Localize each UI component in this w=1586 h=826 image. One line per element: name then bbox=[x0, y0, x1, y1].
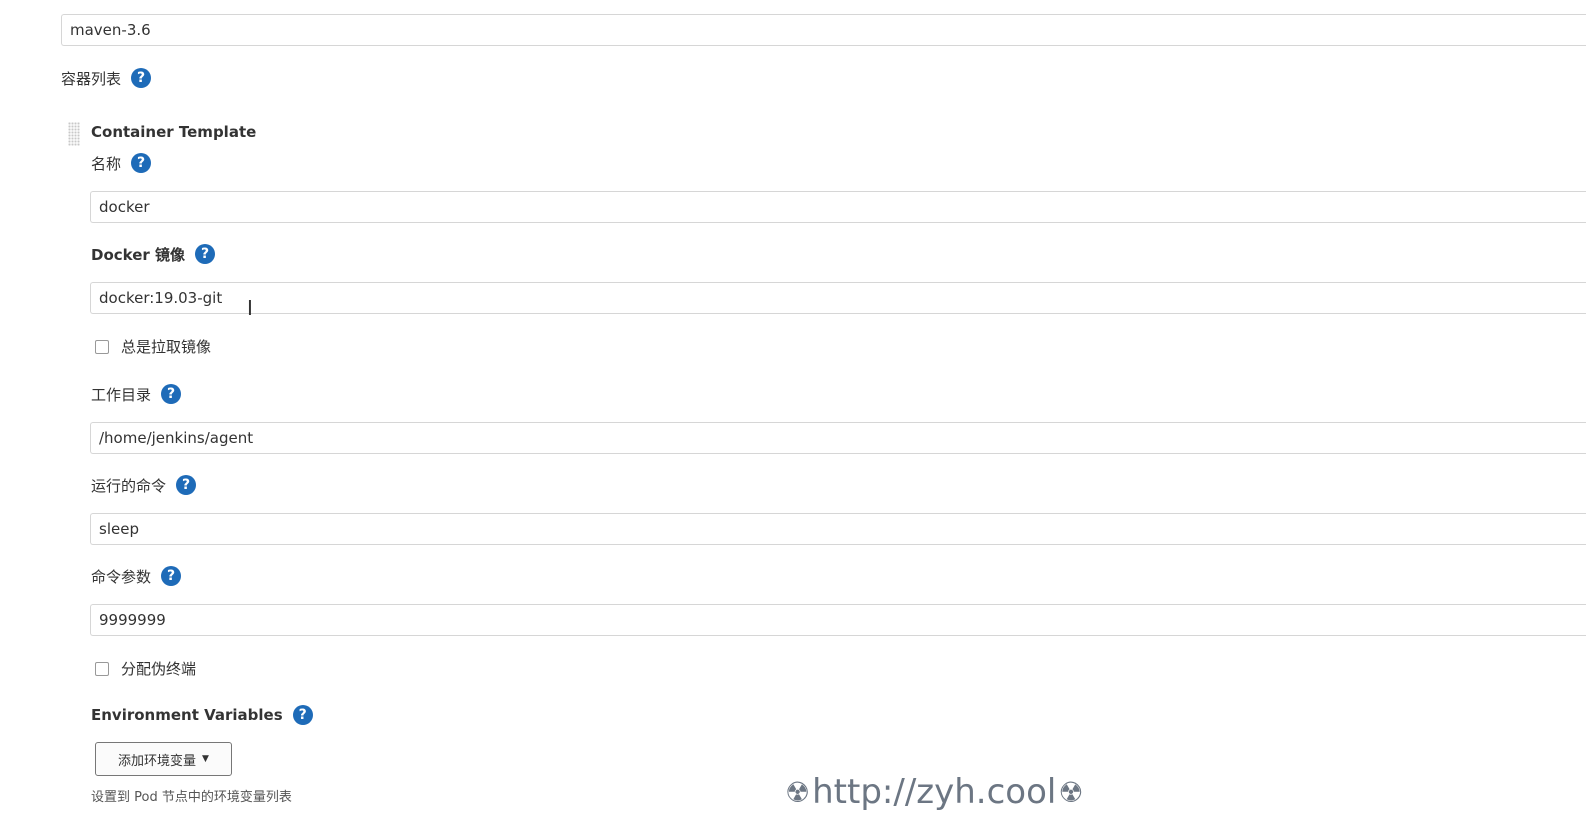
help-icon[interactable]: ? bbox=[161, 384, 182, 404]
container-list-label-row: 容器列表 ? bbox=[61, 66, 152, 90]
text-cursor-icon: I bbox=[247, 296, 253, 320]
always-pull-checkbox[interactable] bbox=[95, 339, 109, 354]
command-label-row: 运行的命令 ? bbox=[91, 473, 197, 497]
add-env-var-label: 添加环境变量 bbox=[118, 753, 197, 769]
caret-down-icon: ▼ bbox=[202, 754, 209, 764]
name-label: 名称 bbox=[91, 154, 122, 173]
docker-image-label: Docker 镜像 bbox=[91, 245, 186, 264]
working-dir-label-row: 工作目录 ? bbox=[91, 382, 182, 406]
command-value: sleep bbox=[99, 520, 139, 538]
docker-image-value: docker:19.03-git bbox=[99, 289, 223, 307]
working-dir-input[interactable]: /home/jenkins/agent bbox=[90, 422, 1586, 454]
help-icon[interactable]: ? bbox=[176, 475, 197, 495]
container-template-title-text: Container Template bbox=[91, 123, 257, 141]
help-icon[interactable]: ? bbox=[292, 705, 313, 725]
maven-version-value: maven-3.6 bbox=[70, 21, 151, 39]
args-input[interactable]: 9999999 bbox=[90, 604, 1586, 636]
help-icon[interactable]: ? bbox=[131, 153, 152, 173]
container-template-title: Container Template bbox=[91, 120, 256, 144]
help-icon[interactable]: ? bbox=[131, 68, 152, 88]
args-label: 命令参数 bbox=[91, 567, 152, 586]
args-value: 9999999 bbox=[99, 611, 166, 629]
working-dir-value: /home/jenkins/agent bbox=[99, 429, 254, 447]
maven-version-input[interactable]: maven-3.6 bbox=[61, 14, 1586, 46]
working-dir-label: 工作目录 bbox=[91, 385, 152, 404]
watermark-text: http://zyh.cool bbox=[812, 772, 1057, 812]
command-label: 运行的命令 bbox=[91, 476, 167, 495]
container-list-label: 容器列表 bbox=[61, 69, 122, 88]
docker-image-input[interactable]: docker:19.03-git bbox=[90, 282, 1586, 314]
drag-handle-icon[interactable] bbox=[68, 122, 80, 146]
help-icon[interactable]: ? bbox=[161, 566, 182, 586]
allocate-tty-checkbox[interactable] bbox=[95, 661, 109, 676]
always-pull-row[interactable]: 总是拉取镜像 bbox=[95, 336, 211, 357]
radiation-icon: ☢ bbox=[1058, 775, 1084, 809]
name-input[interactable]: docker bbox=[90, 191, 1586, 223]
env-vars-label-row: Environment Variables ? bbox=[91, 703, 313, 727]
args-label-row: 命令参数 ? bbox=[91, 564, 182, 588]
name-value: docker bbox=[99, 198, 150, 216]
watermark: ☢ http://zyh.cool ☢ bbox=[785, 772, 1083, 812]
allocate-tty-row[interactable]: 分配伪终端 bbox=[95, 658, 196, 679]
add-env-var-button[interactable]: 添加环境变量 ▼ bbox=[95, 742, 232, 776]
env-vars-label: Environment Variables bbox=[91, 706, 283, 724]
radiation-icon: ☢ bbox=[785, 775, 811, 809]
help-icon[interactable]: ? bbox=[195, 244, 216, 264]
allocate-tty-label: 分配伪终端 bbox=[121, 660, 197, 678]
docker-image-label-row: Docker 镜像 ? bbox=[91, 242, 216, 266]
always-pull-label: 总是拉取镜像 bbox=[121, 338, 212, 356]
name-label-row: 名称 ? bbox=[91, 151, 152, 175]
command-input[interactable]: sleep bbox=[90, 513, 1586, 545]
env-vars-hint: 设置到 Pod 节点中的环境变量列表 bbox=[91, 790, 292, 805]
